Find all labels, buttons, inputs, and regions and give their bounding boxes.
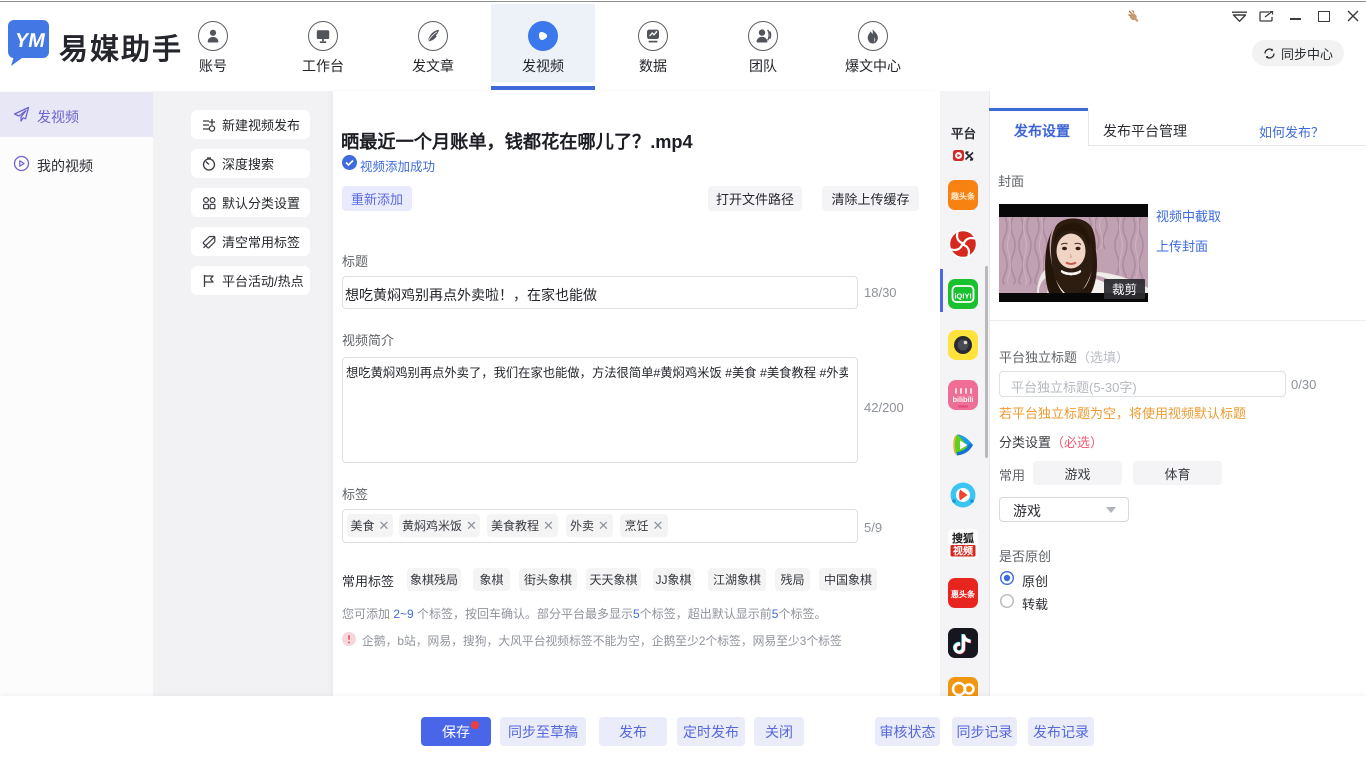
svg-text:YM: YM bbox=[13, 30, 47, 52]
svg-text:视频: 视频 bbox=[953, 545, 973, 558]
svg-text:惠头条: 惠头条 bbox=[951, 589, 976, 599]
svg-text:iQIYI: iQIYI bbox=[954, 292, 971, 301]
svg-text:bilibili: bilibili bbox=[953, 395, 974, 404]
svg-text:趣头条: 趣头条 bbox=[950, 191, 976, 201]
svg-text:搜狐: 搜狐 bbox=[952, 531, 974, 545]
svg-text:裁剪: 裁剪 bbox=[1112, 282, 1137, 297]
